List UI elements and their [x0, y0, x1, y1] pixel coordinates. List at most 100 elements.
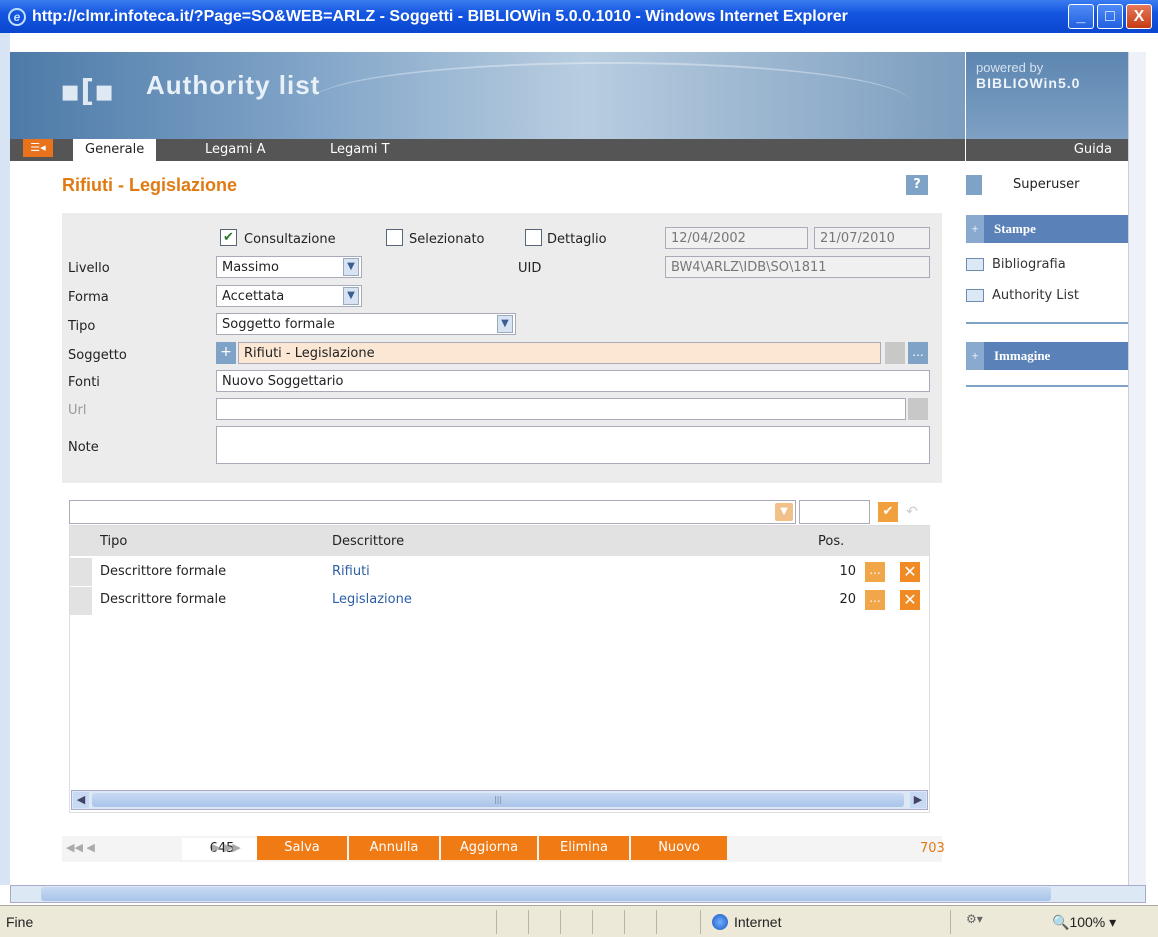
chevron-down-icon[interactable]: ▼: [497, 315, 513, 333]
uid-field: BW4\ARLZ\IDB\SO\1811: [665, 256, 930, 278]
row2-descrittore-link[interactable]: Legislazione: [332, 592, 412, 607]
elimina-button[interactable]: Elimina: [539, 836, 629, 860]
undo-icon[interactable]: ↶: [902, 502, 922, 522]
tab-guida[interactable]: Guida: [966, 139, 1128, 161]
dettaglio-checkbox[interactable]: [525, 229, 542, 246]
chevron-down-icon[interactable]: ▼: [775, 503, 793, 521]
note-label: Note: [68, 440, 99, 455]
row2-delete-icon[interactable]: ✕: [900, 590, 920, 610]
app-logo-icon: ▪[▪: [60, 74, 115, 109]
app-title: Authority list: [146, 70, 321, 100]
row1-descrittore-link[interactable]: Rifiuti: [332, 564, 370, 579]
tab-generale[interactable]: Generale: [73, 139, 157, 161]
soggetto-clear-button[interactable]: [885, 342, 905, 364]
soggetto-field[interactable]: Rifiuti - Legislazione: [238, 342, 881, 364]
livello-select[interactable]: Massimo: [216, 256, 362, 278]
salva-button[interactable]: Salva: [257, 836, 347, 860]
date-created-field: 12/04/2002: [665, 227, 808, 249]
col-header-descrittore[interactable]: Descrittore: [332, 534, 404, 549]
chevron-down-icon[interactable]: ▼: [343, 287, 359, 305]
url-label: Url: [68, 403, 87, 418]
descriptor-combo[interactable]: [69, 500, 796, 524]
nuovo-button[interactable]: Nuovo: [631, 836, 727, 860]
next-last-icons[interactable]: ▶ ▶▶: [212, 841, 241, 854]
user-icon: [966, 175, 982, 195]
divider: [700, 910, 701, 934]
protected-mode-icon[interactable]: ⚙▾: [966, 912, 983, 926]
menu-toggle-icon[interactable]: ☰◂: [23, 139, 53, 157]
scroll-left-icon[interactable]: ◀: [73, 792, 89, 808]
selezionato-label: Selezionato: [409, 232, 485, 247]
tab-legami-a[interactable]: Legami A: [193, 139, 278, 161]
sidebar-item-bibliografia[interactable]: Bibliografia: [966, 257, 1066, 272]
row1-delete-icon[interactable]: ✕: [900, 562, 920, 582]
soggetto-browse-button[interactable]: ...: [908, 342, 928, 364]
stampe-header[interactable]: + Stampe: [966, 215, 1128, 243]
expand-soggetto-button[interactable]: +: [216, 342, 236, 364]
zone-label: Internet: [734, 914, 782, 930]
scroll-right-icon[interactable]: ▶: [910, 792, 926, 808]
check-icon[interactable]: ✔: [878, 502, 898, 522]
divider: [950, 910, 951, 934]
maximize-button[interactable]: □: [1097, 4, 1123, 29]
page-vertical-scrollbar[interactable]: [1128, 52, 1146, 885]
help-button[interactable]: ?: [906, 175, 928, 195]
powered-by-text: powered by: [976, 60, 1044, 75]
powered-by-logo: powered by BIBLIOWin5.0: [966, 52, 1128, 139]
product-name: BIBLIOWin5.0: [976, 75, 1081, 91]
page-title: Rifiuti - Legislazione: [62, 175, 238, 195]
row2-pos: 20: [839, 592, 856, 607]
soggetto-label: Soggetto: [68, 348, 127, 363]
url-field[interactable]: [216, 398, 906, 420]
row-selector[interactable]: [70, 587, 92, 615]
immagine-header[interactable]: + Immagine: [966, 342, 1128, 370]
row1-edit-button[interactable]: ...: [865, 562, 885, 582]
globe-icon: [712, 914, 728, 930]
desktop-edge: [0, 33, 10, 885]
magnifier-icon: 🔍: [1052, 914, 1070, 930]
aggiorna-button[interactable]: Aggiorna: [441, 836, 537, 860]
tipo-select[interactable]: Soggetto formale: [216, 313, 516, 335]
row2-edit-button[interactable]: ...: [865, 590, 885, 610]
plus-icon[interactable]: +: [966, 342, 984, 370]
selezionato-checkbox[interactable]: [386, 229, 403, 246]
minimize-button[interactable]: _: [1068, 4, 1094, 29]
col-header-pos[interactable]: Pos.: [818, 534, 844, 549]
record-toolbar: ◀◀ ◀ 645 ▶ ▶▶ Salva Annulla Aggiorna Eli…: [62, 836, 945, 862]
position-input[interactable]: [799, 500, 870, 524]
row1-tipo: Descrittore formale: [100, 564, 227, 579]
forma-select[interactable]: Accettata: [216, 285, 362, 307]
user-name: Superuser: [1013, 177, 1080, 192]
sidebar-item-authority-list[interactable]: Authority List: [966, 288, 1079, 303]
first-prev-icons[interactable]: ◀◀ ◀: [66, 841, 95, 854]
print-icon: [966, 258, 984, 271]
scroll-thumb[interactable]: [41, 887, 1051, 901]
divider: [592, 910, 593, 934]
header-banner: ▪[▪ Authority list: [10, 52, 965, 139]
uid-label: UID: [518, 261, 542, 276]
divider: [966, 385, 1128, 387]
page-horizontal-scrollbar[interactable]: [10, 885, 1146, 903]
plus-icon[interactable]: +: [966, 215, 984, 243]
window-title: http://clmr.infoteca.it/?Page=SO&WEB=ARL…: [32, 7, 848, 25]
row-selector[interactable]: [70, 558, 92, 586]
tab-legami-t[interactable]: Legami T: [318, 139, 402, 161]
record-total: 703: [920, 841, 945, 856]
note-textarea[interactable]: [216, 426, 930, 464]
livello-label: Livello: [68, 261, 110, 276]
zoom-level[interactable]: 🔍100% ▾: [1052, 914, 1116, 931]
annulla-button[interactable]: Annulla: [349, 836, 439, 860]
fonti-label: Fonti: [68, 375, 100, 390]
fonti-field[interactable]: Nuovo Soggettario: [216, 370, 930, 392]
grid-horizontal-scrollbar[interactable]: ◀ ||| ▶: [71, 790, 928, 810]
close-button[interactable]: X: [1126, 4, 1152, 29]
url-open-button[interactable]: [908, 398, 928, 420]
window-controls: _ □ X: [1068, 4, 1152, 29]
chevron-down-icon[interactable]: ▼: [343, 258, 359, 276]
consultazione-checkbox[interactable]: ✔: [220, 229, 237, 246]
status-bar: Fine Internet ⚙▾ 🔍100% ▾: [0, 905, 1158, 937]
col-header-tipo[interactable]: Tipo: [100, 534, 127, 549]
dettaglio-label: Dettaglio: [547, 232, 607, 247]
zoom-value: 100%: [1069, 914, 1106, 930]
scroll-thumb[interactable]: |||: [92, 793, 904, 807]
